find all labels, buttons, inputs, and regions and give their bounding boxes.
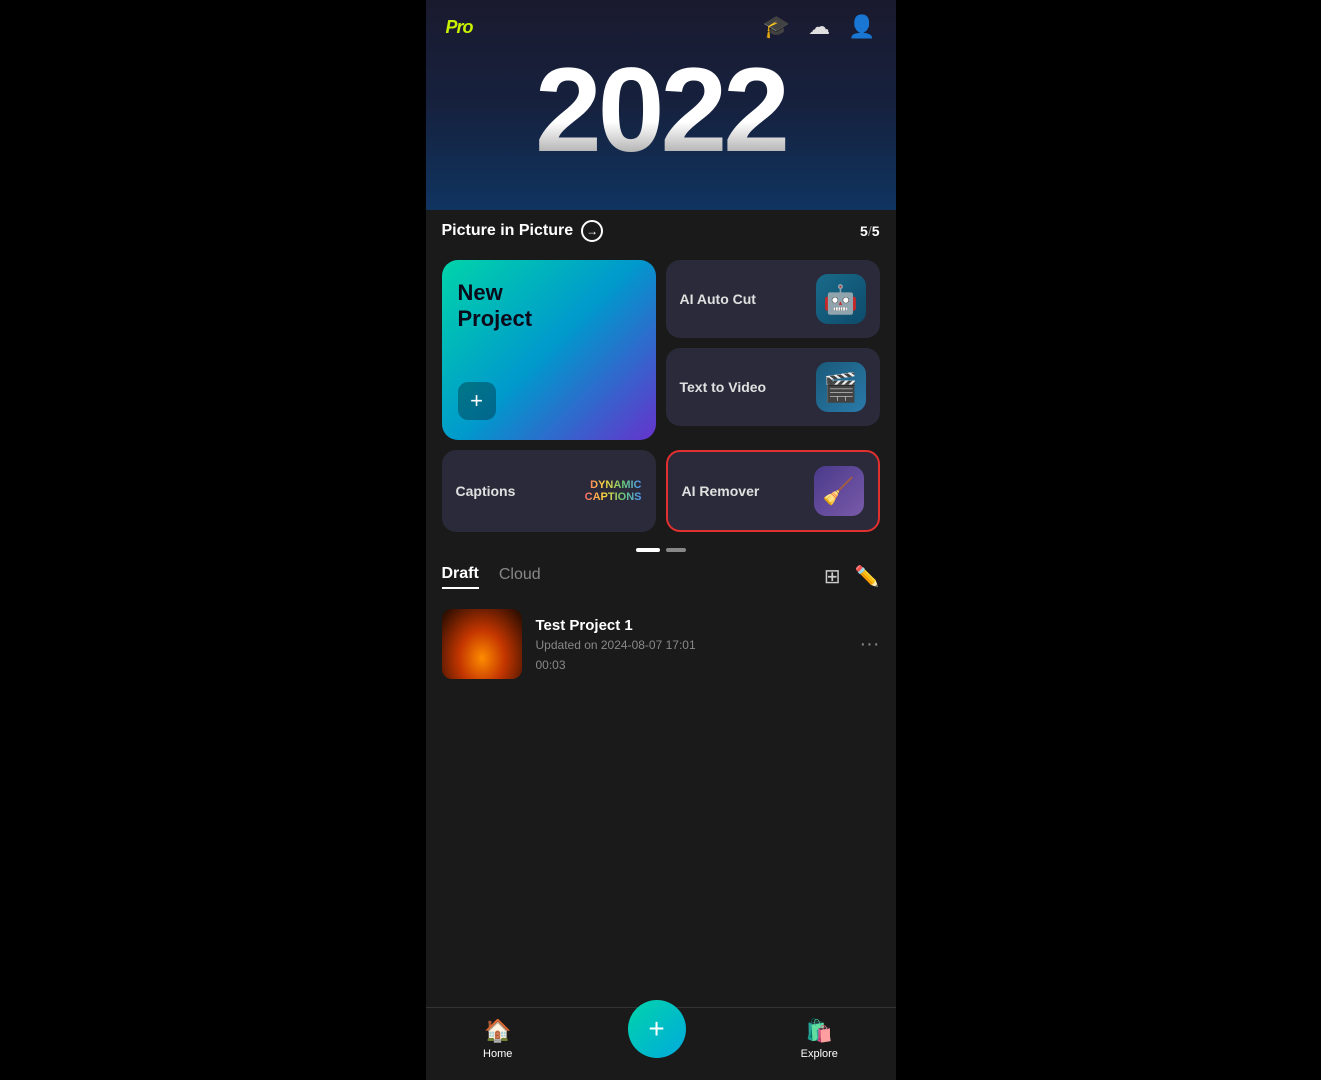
pip-current: 5 <box>860 223 868 239</box>
pip-label: Picture in Picture → <box>442 220 604 242</box>
project-name: Test Project 1 <box>536 617 846 634</box>
project-date: Updated on 2024-08-07 17:01 <box>536 638 846 652</box>
plus-icon: + <box>470 388 483 414</box>
pro-badge: Pro <box>446 17 473 38</box>
nav-explore[interactable]: 🛍️ Explore <box>801 1018 838 1060</box>
project-more-button[interactable]: ··· <box>860 633 880 656</box>
pip-total: 5 <box>872 223 880 239</box>
pip-title: Picture in Picture <box>442 222 574 240</box>
cap-icon[interactable]: 🎓 <box>763 14 790 40</box>
ai-autocut-label: AI Auto Cut <box>680 291 756 307</box>
fab-button[interactable]: + <box>628 1000 686 1058</box>
cloud-icon[interactable]: ☁ <box>808 14 830 40</box>
dynamic-captions-label: DYNAMICCAPTIONS <box>585 479 642 503</box>
draft-icons: ⊞ ✏️ <box>824 564 880 589</box>
bottom-cards: Captions DYNAMICCAPTIONS AI Remover 🧹 <box>426 450 896 542</box>
project-thumbnail[interactable] <box>442 609 522 679</box>
tab-cloud[interactable]: Cloud <box>499 566 541 588</box>
captions-label: Captions <box>456 483 516 499</box>
header: Pro 🎓 ☁ 👤 <box>426 0 896 48</box>
ai-remover-icon: 🧹 <box>814 466 864 516</box>
captions-card[interactable]: Captions DYNAMICCAPTIONS <box>442 450 656 532</box>
project-item: Test Project 1 Updated on 2024-08-07 17:… <box>442 601 880 687</box>
text-to-video-card[interactable]: Text to Video 🎬 <box>666 348 880 426</box>
cards-grid: NewProject + AI Auto Cut 🤖 Text to Video… <box>442 260 880 440</box>
draft-section: Draft Cloud ⊞ ✏️ Test Project 1 Updated … <box>426 564 896 1007</box>
new-project-title: NewProject <box>458 280 640 333</box>
user-icon[interactable]: 👤 <box>848 14 875 40</box>
ai-autocut-icon: 🤖 <box>816 274 866 324</box>
bottom-nav: 🏠 Home + 🛍️ Explore <box>426 1007 896 1080</box>
ai-remover-label: AI Remover <box>682 483 760 499</box>
grid-view-icon[interactable]: ⊞ <box>824 564 841 589</box>
nav-home[interactable]: 🏠 Home <box>483 1018 512 1060</box>
pip-arrow-icon: → <box>581 220 603 242</box>
dot-2 <box>666 548 686 552</box>
pip-strip[interactable]: Picture in Picture → 5/5 <box>426 210 896 252</box>
header-icons: 🎓 ☁ 👤 <box>763 14 876 40</box>
text-to-video-label: Text to Video <box>680 379 767 395</box>
phone-container: Pro 🎓 ☁ 👤 2022 Picture in Picture → 5/5 … <box>426 0 896 1080</box>
cards-section: NewProject + AI Auto Cut 🤖 Text to Video… <box>426 252 896 450</box>
explore-icon: 🛍️ <box>806 1018 833 1044</box>
page-dots <box>426 542 896 564</box>
tab-draft[interactable]: Draft <box>442 565 479 589</box>
project-info: Test Project 1 Updated on 2024-08-07 17:… <box>536 617 846 672</box>
explore-label: Explore <box>801 1048 838 1060</box>
right-cards: AI Auto Cut 🤖 Text to Video 🎬 <box>666 260 880 440</box>
text-to-video-icon: 🎬 <box>816 362 866 412</box>
home-icon: 🏠 <box>484 1018 511 1044</box>
dot-1 <box>636 548 660 552</box>
ai-autocut-card[interactable]: AI Auto Cut 🤖 <box>666 260 880 338</box>
project-duration: 00:03 <box>536 658 846 672</box>
draft-tabs: Draft Cloud ⊞ ✏️ <box>442 564 880 589</box>
year-display: 2022 <box>426 50 896 170</box>
project-thumb-inner <box>442 609 522 679</box>
ai-remover-card[interactable]: AI Remover 🧹 <box>666 450 880 532</box>
edit-icon[interactable]: ✏️ <box>855 564 880 589</box>
home-label: Home <box>483 1048 512 1060</box>
add-project-button[interactable]: + <box>458 382 496 420</box>
new-project-card[interactable]: NewProject + <box>442 260 656 440</box>
pip-count: 5/5 <box>860 223 879 239</box>
fab-plus-icon: + <box>648 1013 664 1045</box>
